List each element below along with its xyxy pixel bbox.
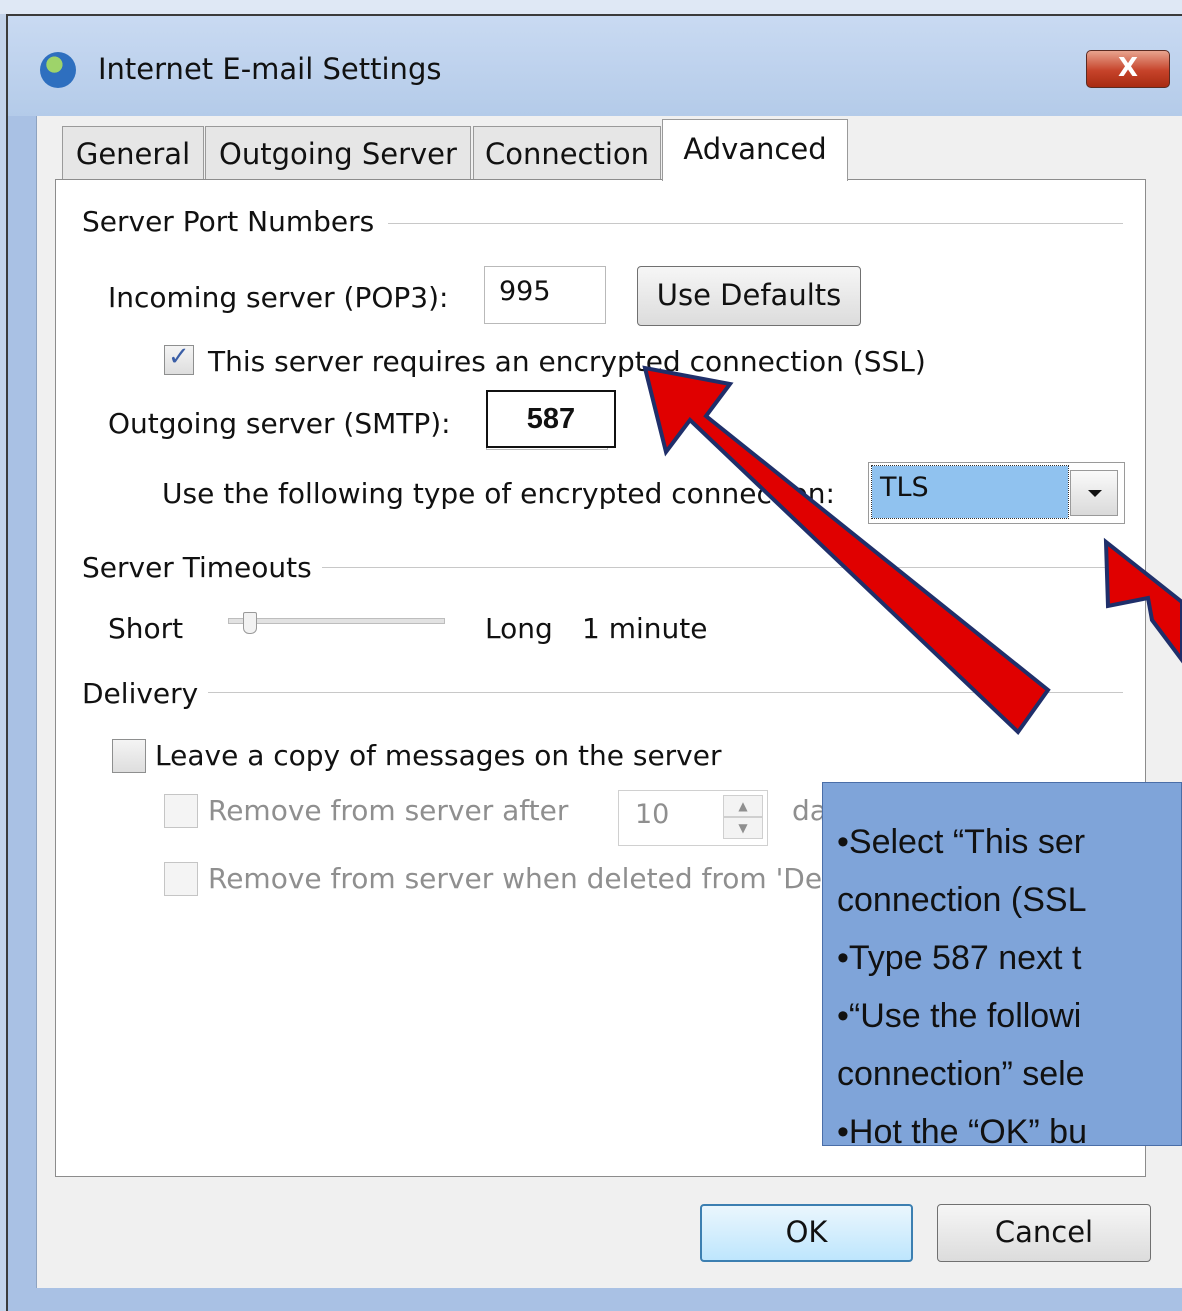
arrow-to-ssl (642, 365, 1051, 736)
annotation-arrows (642, 365, 1182, 736)
arrow-to-encryption (1103, 537, 1182, 664)
